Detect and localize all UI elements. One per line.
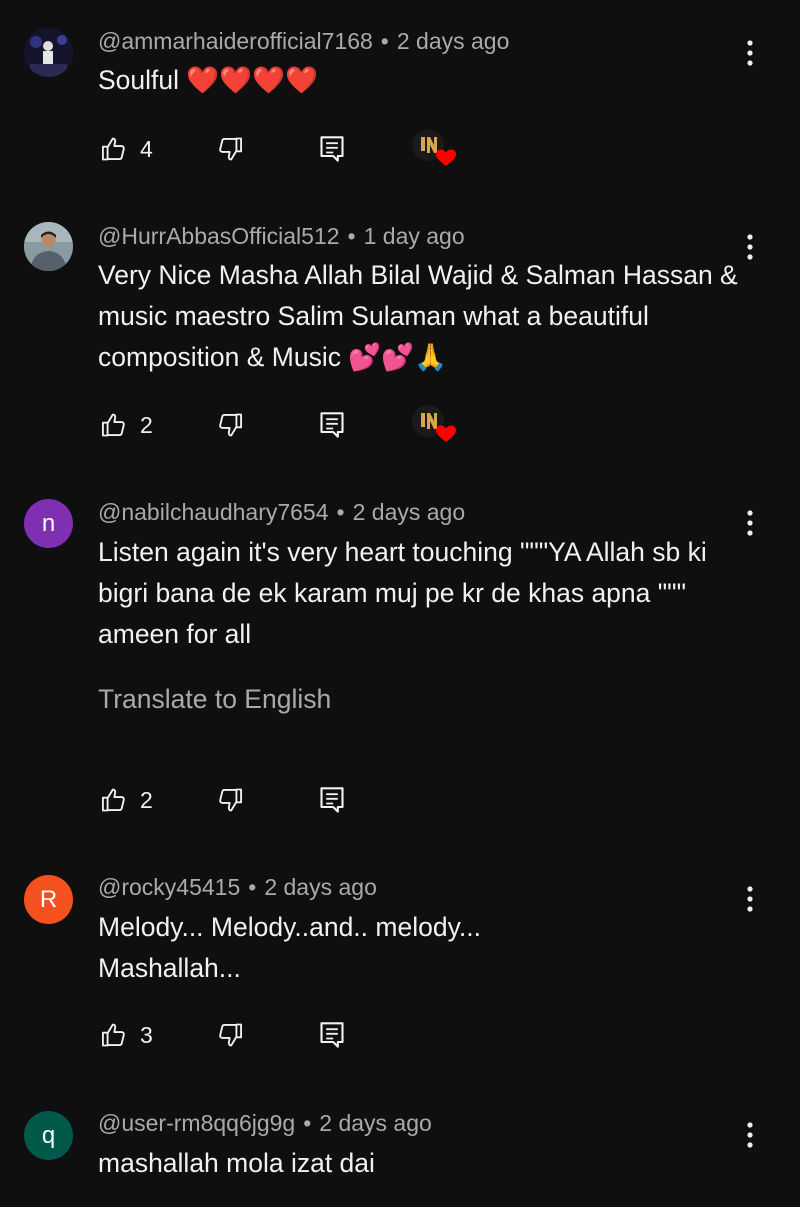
comment-time: 2 days ago (319, 1110, 432, 1136)
comment-author[interactable]: @rocky45415 (98, 874, 240, 900)
comment-text: Soulful ❤️❤️❤️❤️ (98, 65, 319, 95)
translate-link[interactable]: Translate to English (98, 684, 331, 715)
more-vertical-icon (747, 40, 753, 66)
like-count: 4 (140, 135, 153, 162)
comment-actions: 4 (100, 129, 500, 169)
comment-text: Very Nice Masha Allah Bilal Wajid & Salm… (98, 260, 738, 372)
comment-meta: @ammarhaiderofficial7168 • 2 days ago (98, 28, 509, 55)
comment-actions: 3 (100, 1018, 500, 1052)
avatar-photo (24, 222, 73, 271)
separator-dot: • (336, 499, 345, 525)
more-vertical-icon (747, 1122, 753, 1148)
reply-button[interactable] (319, 783, 345, 817)
like-count: 2 (140, 786, 153, 813)
more-options-button[interactable] (738, 508, 762, 538)
more-options-button[interactable] (738, 884, 762, 914)
comment-author[interactable]: @ammarhaiderofficial7168 (98, 28, 373, 54)
more-vertical-icon (747, 234, 753, 260)
thumbs-down-icon (219, 137, 243, 161)
avatar[interactable] (24, 28, 73, 77)
thumbs-up-icon (101, 1023, 125, 1047)
like-count: 2 (140, 411, 153, 438)
thumbs-up-icon (101, 137, 125, 161)
comment-time: 2 days ago (352, 499, 466, 525)
more-options-button[interactable] (738, 38, 762, 68)
reply-comment-icon (320, 412, 344, 438)
more-vertical-icon (747, 886, 753, 912)
dislike-button[interactable] (216, 132, 244, 166)
like-count: 3 (140, 1021, 153, 1048)
dislike-button[interactable] (216, 1018, 244, 1052)
comment-text: Melody... Melody..and.. melody... Mashal… (98, 912, 481, 983)
creator-heart-badge (412, 129, 456, 169)
avatar-letter: R (39, 885, 58, 913)
comment-time: 2 days ago (264, 874, 377, 900)
reply-button[interactable] (319, 132, 345, 166)
reply-button[interactable] (319, 1018, 345, 1052)
avatar-photo (24, 28, 73, 77)
separator-dot: • (303, 1110, 312, 1136)
reply-comment-icon (320, 136, 344, 162)
creator-heart-badge (412, 405, 456, 445)
comment-text: Listen again it's very heart touching ""… (98, 537, 707, 649)
comment-actions: 2 (100, 405, 500, 445)
comment-text: mashallah mola izat dai (98, 1148, 375, 1178)
more-vertical-icon (747, 510, 753, 536)
avatar[interactable]: q (24, 1111, 73, 1160)
thumbs-down-icon (219, 1023, 243, 1047)
like-button[interactable]: 3 (100, 1018, 153, 1052)
separator-dot: • (248, 874, 257, 900)
thumbs-up-icon (101, 788, 125, 812)
avatar-letter: n (41, 509, 56, 537)
more-options-button[interactable] (738, 232, 762, 262)
like-button[interactable]: 2 (100, 783, 153, 817)
comment-actions: 2 (100, 783, 500, 817)
like-button[interactable]: 4 (100, 132, 153, 166)
thumbs-up-icon (101, 413, 125, 437)
avatar[interactable]: R (24, 875, 73, 924)
more-options-button[interactable] (738, 1120, 762, 1150)
reply-button[interactable] (319, 408, 345, 442)
avatar[interactable] (24, 222, 73, 271)
creator-heart-icon (412, 129, 456, 166)
comment-author[interactable]: @HurrAbbasOfficial512 (98, 223, 340, 249)
avatar-letter: q (41, 1121, 56, 1149)
thumbs-down-icon (219, 788, 243, 812)
reply-comment-icon (320, 787, 344, 813)
thumbs-down-icon (219, 413, 243, 437)
separator-dot: • (347, 223, 356, 249)
separator-dot: • (380, 28, 389, 54)
dislike-button[interactable] (216, 408, 244, 442)
comment-meta: @HurrAbbasOfficial512 • 1 day ago (98, 223, 465, 250)
comment-meta: @nabilchaudhary7654 • 2 days ago (98, 499, 465, 526)
creator-heart-icon (412, 405, 456, 442)
comment-author[interactable]: @nabilchaudhary7654 (98, 499, 329, 525)
comment-author[interactable]: @user-rm8qq6jg9g (98, 1110, 295, 1136)
dislike-button[interactable] (216, 783, 244, 817)
comment-meta: @user-rm8qq6jg9g • 2 days ago (98, 1110, 432, 1137)
comment-meta: @rocky45415 • 2 days ago (98, 874, 377, 901)
comment-time: 2 days ago (396, 28, 510, 54)
like-button[interactable]: 2 (100, 408, 153, 442)
reply-comment-icon (320, 1022, 344, 1048)
avatar[interactable]: n (24, 499, 73, 548)
comment-time: 1 day ago (363, 223, 465, 249)
